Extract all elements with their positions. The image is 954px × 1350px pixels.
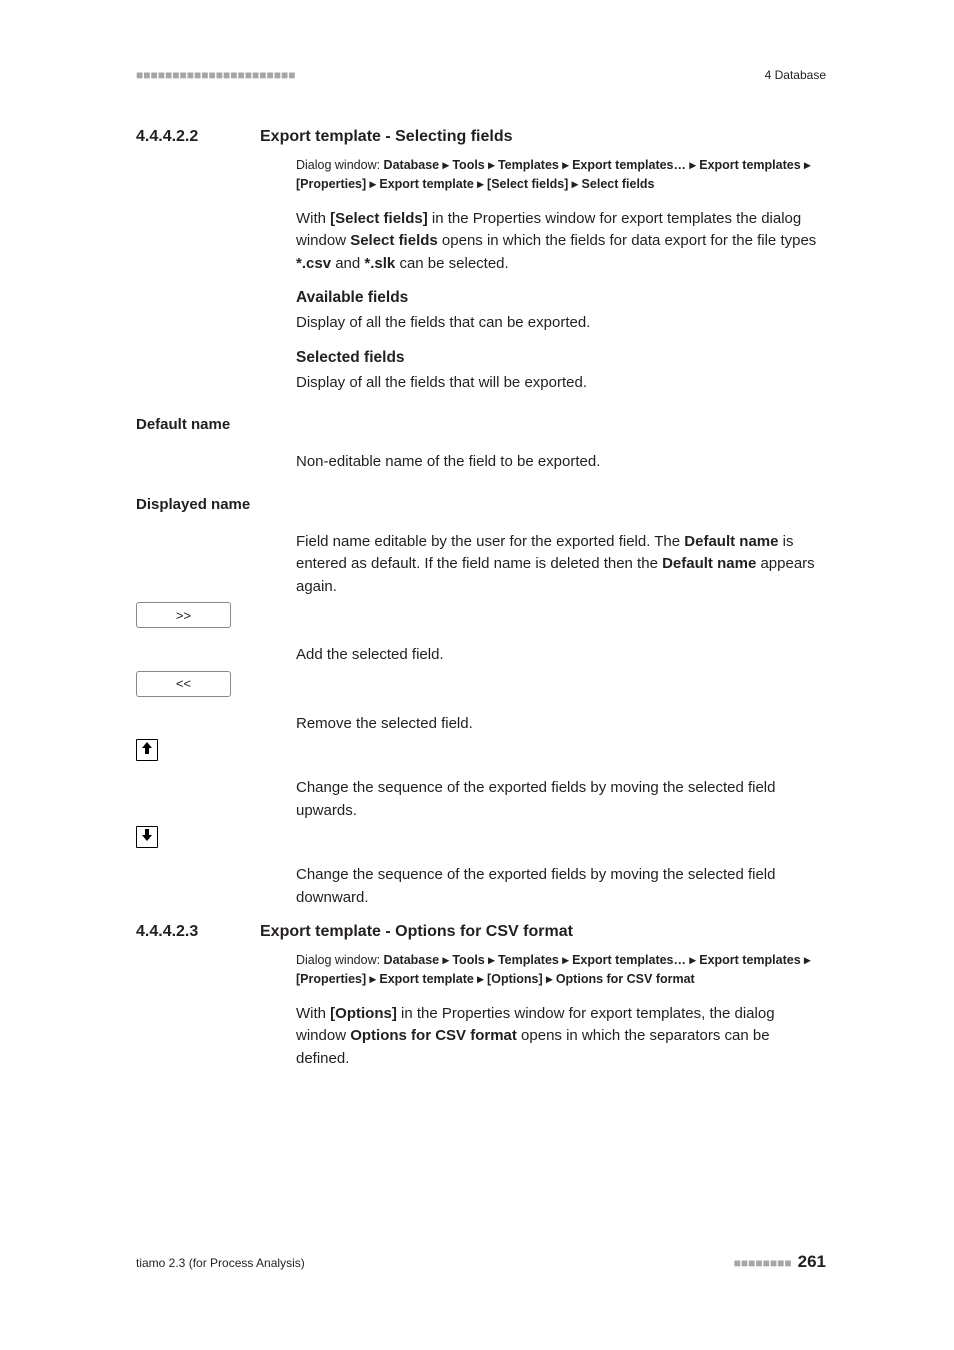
paragraph: Display of all the fields that will be e… [296, 372, 826, 395]
dialog-window-path: Dialog window: Database ▸ Tools ▸ Templa… [296, 951, 826, 989]
footer-product: tiamo 2.3 (for Process Analysis) [136, 1256, 305, 1270]
dialog-window-path: Dialog window: Database ▸ Tools ▸ Templa… [296, 156, 826, 194]
arrow-down-icon [140, 828, 154, 847]
header-decoration: ■■■■■■■■■■■■■■■■■■■■■■ [136, 68, 295, 82]
move-up-button[interactable] [136, 739, 158, 761]
field-label-default-name: Default name [136, 416, 826, 433]
remove-field-button[interactable]: << [136, 671, 231, 697]
ui-reference: [Options] [330, 1005, 397, 1022]
paragraph: Display of all the fields that can be ex… [296, 312, 826, 335]
section-title: Export template - Selecting fields [260, 128, 513, 146]
text-run: can be selected. [395, 255, 508, 272]
paragraph: With [Select fields] in the Properties w… [296, 208, 826, 276]
file-type: *.csv [296, 255, 331, 272]
arrow-up-icon [140, 741, 154, 760]
section-number: 4.4.4.2.2 [136, 128, 260, 146]
file-type: *.slk [364, 255, 395, 272]
paragraph: With [Options] in the Properties window … [296, 1003, 826, 1071]
term-reference: Default name [684, 533, 778, 550]
paragraph: Field name editable by the user for the … [296, 531, 826, 599]
text-run: With [296, 210, 330, 227]
paragraph: Add the selected field. [296, 644, 826, 667]
ui-reference: [Select fields] [330, 210, 428, 227]
section-heading: 4.4.4.2.2 Export template - Selecting fi… [136, 128, 826, 146]
paragraph: Change the sequence of the exported fiel… [296, 864, 826, 909]
text-run: opens in which the fields for data expor… [438, 232, 817, 249]
section-title: Export template - Options for CSV format [260, 923, 573, 941]
dialog-window-label: Dialog window: [296, 953, 384, 967]
subsection-heading: Selected fields [296, 349, 826, 367]
ui-reference: Select fields [350, 232, 438, 249]
paragraph: Non-editable name of the field to be exp… [296, 451, 826, 474]
move-down-button[interactable] [136, 826, 158, 848]
ui-reference: Options for CSV format [350, 1027, 517, 1044]
text-run: Field name editable by the user for the … [296, 533, 684, 550]
dialog-window-label: Dialog window: [296, 158, 384, 172]
text-run: and [331, 255, 364, 272]
remove-field-button-label: << [176, 676, 191, 691]
paragraph: Remove the selected field. [296, 713, 826, 736]
page-number: 261 [798, 1252, 826, 1271]
subsection-heading: Available fields [296, 289, 826, 307]
term-reference: Default name [662, 555, 756, 572]
header-chapter: 4 Database [765, 68, 826, 82]
add-field-button[interactable]: >> [136, 602, 231, 628]
footer-decoration: ■■■■■■■■ [734, 1256, 792, 1270]
page-header: ■■■■■■■■■■■■■■■■■■■■■■ 4 Database [136, 68, 826, 82]
footer-page: ■■■■■■■■ 261 [734, 1252, 826, 1272]
page-footer: tiamo 2.3 (for Process Analysis) ■■■■■■■… [136, 1252, 826, 1272]
paragraph: Change the sequence of the exported fiel… [296, 777, 826, 822]
field-label-displayed-name: Displayed name [136, 496, 826, 513]
section-heading: 4.4.4.2.3 Export template - Options for … [136, 923, 826, 941]
section-number: 4.4.4.2.3 [136, 923, 260, 941]
text-run: With [296, 1005, 330, 1022]
add-field-button-label: >> [176, 608, 191, 623]
